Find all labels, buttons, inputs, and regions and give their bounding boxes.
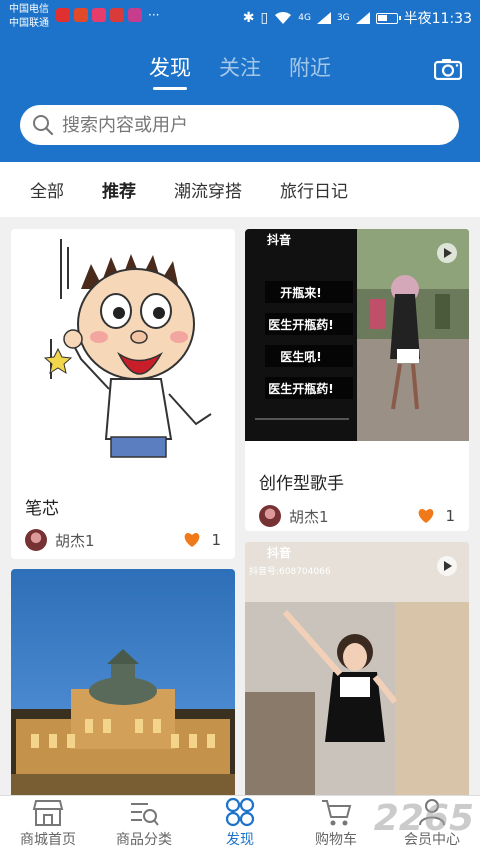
app-notification-icon: [74, 8, 88, 22]
vibrate-icon: ▯: [260, 10, 269, 26]
video-caption: 医生吼!: [280, 350, 322, 364]
heart-icon: [419, 509, 434, 523]
feed-card[interactable]: 抖音 开瓶来! 医生开瓶药! 医生吼! 医生开瓶药! 创作型歌手 胡杰1 1: [245, 229, 469, 531]
app-notification-icon: [56, 8, 70, 22]
like-button[interactable]: 1: [183, 531, 221, 549]
author-name: 胡杰1: [55, 531, 95, 550]
more-notifications-icon: ···: [148, 8, 160, 22]
battery-icon: [375, 12, 401, 24]
avatar: [25, 529, 47, 551]
nav-label: 商城首页: [20, 832, 76, 848]
search-bar[interactable]: [20, 105, 459, 145]
avatar: [259, 505, 281, 527]
search-icon: [33, 115, 54, 136]
nav-label: 发现: [226, 832, 254, 848]
card-author[interactable]: 胡杰1: [259, 505, 329, 527]
card-image-palace: [11, 569, 235, 795]
signal-icon: [355, 12, 370, 24]
app-notification-icon: [128, 8, 142, 22]
feed-card[interactable]: [11, 569, 235, 795]
status-right: ✱ ▯ 4G 3G 半夜11:33: [243, 8, 472, 28]
feed: 笔芯 胡杰1 1 抖音 开瓶来! 医生开瓶药! 医生吼! 医生开瓶药! 创作型歌…: [0, 217, 480, 795]
category-all[interactable]: 全部: [30, 177, 64, 202]
category-fashion[interactable]: 潮流穿搭: [174, 177, 242, 202]
card-title: 创作型歌手: [259, 474, 344, 494]
nav-store-home[interactable]: 商城首页: [0, 796, 96, 853]
card-title: 笔芯: [25, 499, 59, 519]
video-caption: 开瓶来!: [280, 286, 322, 300]
video-caption: 医生开瓶药!: [268, 318, 334, 332]
like-button[interactable]: 1: [417, 507, 455, 525]
like-count: 1: [445, 507, 455, 525]
tab-follow[interactable]: 关注: [219, 52, 261, 82]
card-image-video-singer: [245, 229, 469, 441]
nav-label: 购物车: [315, 832, 357, 848]
store-icon: [32, 800, 64, 826]
category-tabs: 全部 推荐 潮流穿搭 旅行日记: [0, 162, 480, 217]
video-id-label: 抖音号:608704066: [249, 567, 331, 577]
card-image-cartoon: [11, 229, 235, 474]
nav-discover[interactable]: 发现: [192, 796, 288, 853]
nav-category[interactable]: 商品分类: [96, 796, 192, 853]
nav-label: 商品分类: [116, 832, 172, 848]
header: 中国电信 中国联通 ··· ✱ ▯ 4G 3G 半夜11:33 发现 关注 附近: [0, 0, 480, 162]
watermark: 2265: [373, 798, 474, 839]
bluetooth-icon: ✱: [242, 10, 255, 26]
status-bar: 中国电信 中国联通 ··· ✱ ▯ 4G 3G 半夜11:33: [0, 0, 480, 36]
category-icon: [131, 803, 159, 826]
clock: 半夜11:33: [403, 11, 472, 27]
video-caption: 医生开瓶药!: [268, 382, 334, 396]
battery-level: [377, 14, 387, 21]
carrier-info: 中国电信 中国联通: [9, 3, 49, 31]
carrier-2: 中国联通: [9, 18, 49, 29]
cart-icon: [322, 800, 352, 826]
discover-icon: [225, 797, 255, 827]
feed-card[interactable]: 抖音 抖音号:608704066: [245, 542, 469, 795]
video-brand-label: 抖音: [267, 233, 292, 247]
signal-icon: [316, 12, 331, 24]
top-tabs: 发现 关注 附近: [0, 52, 480, 90]
tab-nearby[interactable]: 附近: [289, 52, 331, 82]
heart-icon: [185, 533, 200, 547]
feed-card[interactable]: 笔芯 胡杰1 1: [11, 229, 235, 559]
signal-1-label: 4G: [298, 13, 311, 23]
signal-2-label: 3G: [336, 13, 350, 23]
nav-cart[interactable]: 购物车: [288, 796, 384, 853]
wifi-icon: [275, 11, 292, 24]
camera-icon[interactable]: [434, 58, 462, 80]
app-notification-icon: [110, 8, 124, 22]
tab-discover[interactable]: 发现: [149, 52, 191, 90]
category-travel[interactable]: 旅行日记: [280, 177, 348, 202]
like-count: 1: [211, 531, 221, 549]
card-author[interactable]: 胡杰1: [25, 529, 95, 551]
category-recommended[interactable]: 推荐: [102, 177, 136, 202]
card-image-video-girl: [245, 542, 469, 795]
notification-icons: ···: [56, 8, 159, 22]
video-brand-label: 抖音: [267, 546, 292, 560]
author-name: 胡杰1: [289, 507, 329, 526]
app-notification-icon: [92, 8, 106, 22]
search-input[interactable]: [62, 114, 422, 136]
carrier-1: 中国电信: [9, 4, 49, 15]
